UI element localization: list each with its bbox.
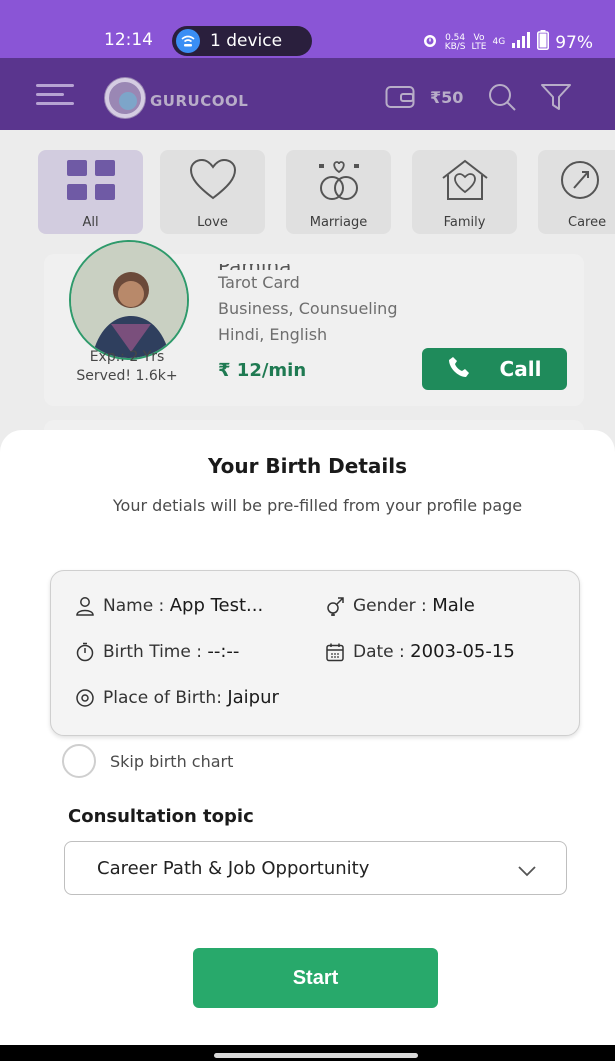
filter-icon[interactable] (540, 82, 572, 112)
connected-devices-pill[interactable]: 1 device (172, 26, 312, 56)
volte-indicator: Vo LTE (471, 33, 487, 52)
skip-birth-chart-row[interactable]: Skip birth chart (62, 744, 233, 778)
signal-icon (511, 32, 531, 53)
category-label: Marriage (309, 215, 368, 230)
date-label: Date : (353, 642, 411, 662)
user-icon (75, 596, 95, 616)
chevron-down-icon (518, 862, 536, 877)
consultation-topic-select[interactable]: Career Path & Job Opportunity (64, 841, 567, 895)
gurucool-logo-icon (104, 77, 146, 119)
place-label: Place of Birth: (103, 688, 228, 708)
volte-bottom: LTE (471, 41, 487, 52)
battery-level: 97% (555, 32, 593, 53)
place-value: Jaipur (227, 687, 279, 708)
gender-label: Gender : (353, 596, 433, 616)
name-value: App Test... (169, 595, 264, 616)
category-all[interactable]: All (38, 150, 143, 234)
astrologer-experience-block: Exp.: 2 Yrs Served! 1.6k+ (62, 348, 192, 386)
skip-birth-chart-radio[interactable] (62, 744, 96, 778)
network-speed: 0.54 KB/S (444, 33, 466, 52)
call-label: Call (499, 357, 542, 381)
search-icon[interactable] (487, 82, 517, 112)
astrologer-skill: Tarot Card (218, 273, 300, 292)
category-marriage[interactable]: Marriage (286, 150, 391, 234)
rings-icon (311, 158, 367, 206)
category-love[interactable]: Love (160, 150, 265, 234)
wifi-hotspot-icon (176, 29, 200, 53)
skip-birth-chart-label: Skip birth chart (110, 751, 234, 771)
grid-icon (65, 158, 117, 206)
sheet-subtitle: Your detials will be pre-filled from you… (112, 496, 523, 515)
wallet-icon[interactable] (385, 85, 415, 109)
heart-icon (187, 158, 239, 206)
battery-icon (537, 30, 550, 55)
consultation-topic-title: Consultation topic (68, 806, 254, 827)
location-pin-icon (75, 688, 95, 708)
category-family[interactable]: Family (412, 150, 517, 234)
birth-time-value: --:-- (207, 641, 240, 662)
wallet-balance[interactable]: ₹50 (430, 88, 463, 107)
astrologer-served: Served! 1.6k+ (76, 368, 178, 384)
status-time: 12:14 (104, 30, 153, 50)
network-speed-unit: KB/S (444, 41, 466, 52)
astrologer-info: Pamina Tarot Card Business, Counsueling … (218, 264, 398, 348)
astrologer-price: ₹ 12/min (218, 360, 307, 381)
menu-icon[interactable] (36, 84, 74, 106)
calendar-icon (325, 642, 345, 662)
home-gesture-handle[interactable] (214, 1053, 418, 1058)
phone-icon (448, 356, 470, 383)
detail-gender: Gender : Male (325, 595, 475, 616)
gender-value: Male (432, 595, 475, 616)
rocket-icon (558, 158, 602, 206)
category-label: Caree (568, 215, 607, 230)
detail-name: Name : App Test... (75, 595, 263, 616)
alarm-icon (421, 31, 439, 54)
birth-details-sheet: Your Birth Details Your detials will be … (0, 430, 615, 1045)
network-type: 4G (492, 37, 506, 47)
status-bar: 12:14 1 device 0.54 KB/S Vo LTE 4G 97% (0, 0, 615, 58)
birth-time-label: Birth Time : (103, 642, 208, 662)
connected-devices-text: 1 device (210, 31, 283, 51)
call-button[interactable]: Call (422, 348, 567, 390)
astrologer-languages: Hindi, English (218, 325, 328, 344)
gender-icon (325, 596, 345, 616)
astrologer-card[interactable]: Pamina Tarot Card Business, Counsueling … (44, 240, 584, 406)
name-label: Name : (103, 596, 170, 616)
detail-date: Date : 2003-05-15 (325, 641, 515, 662)
category-label: All (82, 215, 99, 230)
timer-icon (75, 642, 95, 662)
astrologer-avatar (69, 240, 189, 360)
category-label: Love (197, 215, 228, 230)
astrologer-experience: Exp.: 2 Yrs (89, 349, 165, 365)
app-logo-text: GURUCOOL (150, 92, 249, 110)
date-value: 2003-05-15 (410, 641, 515, 662)
detail-birth-time: Birth Time : --:-- (75, 641, 239, 662)
home-heart-icon (437, 158, 493, 206)
consultation-topic-value: Career Path & Job Opportunity (97, 857, 370, 879)
category-label: Family (443, 215, 486, 230)
start-button[interactable]: Start (193, 948, 438, 1008)
detail-place: Place of Birth: Jaipur (75, 687, 279, 708)
category-career[interactable]: Caree (538, 150, 615, 234)
app-header: GURUCOOL ₹50 (0, 58, 615, 130)
sheet-title: Your Birth Details (207, 454, 407, 478)
birth-details-box: Name : App Test... Gender : Male Birth T… (50, 570, 580, 736)
astrologer-specialties: Business, Counsueling (218, 299, 398, 318)
system-navigation-bar (0, 1045, 615, 1061)
status-indicators: 0.54 KB/S Vo LTE 4G 97% (421, 30, 593, 55)
